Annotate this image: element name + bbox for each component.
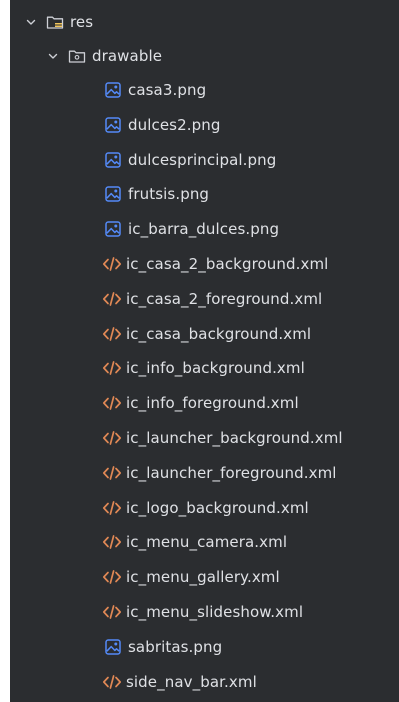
image-file-icon	[104, 116, 122, 134]
file-label: ic_logo_background.xml	[126, 498, 309, 517]
xml-file-icon	[102, 394, 122, 412]
tree-node-label: res	[70, 13, 94, 31]
file-label: ic_launcher_background.xml	[126, 429, 343, 447]
file-item[interactable]: ic_casa_2_foreground.xml	[10, 282, 399, 316]
project-tree-panel: res drawable casa3.png dulces2.png dulce…	[10, 0, 399, 702]
file-item[interactable]: sabritas.png	[10, 630, 399, 664]
file-label: dulces2.png	[128, 115, 221, 134]
file-item[interactable]: ic_info_foreground.xml	[10, 386, 399, 420]
xml-file-icon	[102, 255, 122, 273]
file-item[interactable]: ic_casa_background.xml	[10, 317, 399, 351]
file-label: ic_barra_dulces.png	[128, 220, 280, 239]
file-item[interactable]: dulcesprincipal.png	[10, 143, 399, 177]
xml-file-icon	[102, 499, 122, 517]
xml-file-icon	[102, 359, 122, 377]
chevron-down-icon[interactable]	[46, 49, 60, 63]
xml-file-icon	[102, 533, 122, 551]
file-label: ic_menu_slideshow.xml	[126, 603, 304, 621]
image-file-icon	[104, 151, 122, 169]
tree-node-label: drawable	[92, 47, 163, 65]
image-file-icon	[104, 220, 122, 238]
file-item[interactable]: side_nav_bar.xml	[10, 665, 399, 699]
file-item[interactable]: casa3.png	[10, 73, 399, 107]
xml-file-icon	[102, 290, 122, 308]
resource-folder-icon	[46, 13, 64, 31]
file-item[interactable]: ic_info_background.xml	[10, 351, 399, 385]
file-item[interactable]: ic_barra_dulces.png	[10, 212, 399, 246]
xml-file-icon	[102, 568, 122, 586]
file-item[interactable]: dulces2.png	[10, 108, 399, 142]
xml-file-icon	[102, 464, 122, 482]
image-file-icon	[104, 185, 122, 203]
file-item[interactable]: ic_menu_camera.xml	[10, 525, 399, 559]
file-label: ic_info_foreground.xml	[126, 394, 299, 413]
file-label: ic_casa_background.xml	[126, 324, 312, 343]
file-item[interactable]: ic_logo_background.xml	[10, 491, 399, 525]
file-label: casa3.png	[128, 81, 207, 99]
xml-file-icon	[102, 325, 122, 343]
folder-icon	[68, 47, 86, 65]
file-label: sabritas.png	[128, 637, 223, 656]
file-item[interactable]: ic_menu_slideshow.xml	[10, 595, 399, 629]
image-file-icon	[104, 81, 122, 99]
tree-node-res[interactable]: res	[10, 5, 399, 39]
file-item[interactable]: ic_casa_2_background.xml	[10, 247, 399, 281]
chevron-down-icon[interactable]	[24, 15, 38, 29]
file-label: ic_menu_camera.xml	[126, 533, 288, 552]
file-label: ic_launcher_foreground.xml	[126, 463, 337, 482]
file-label: ic_menu_gallery.xml	[126, 568, 280, 587]
xml-file-icon	[102, 603, 122, 621]
file-label: dulcesprincipal.png	[128, 150, 277, 169]
image-file-icon	[104, 638, 122, 656]
file-label: ic_info_background.xml	[126, 359, 305, 378]
file-item[interactable]: ic_launcher_foreground.xml	[10, 456, 399, 490]
tree-node-drawable[interactable]: drawable	[10, 39, 399, 73]
xml-file-icon	[102, 673, 122, 691]
file-item[interactable]: frutsis.png	[10, 177, 399, 211]
xml-file-icon	[102, 429, 122, 447]
file-label: ic_casa_2_foreground.xml	[126, 289, 323, 308]
file-label: ic_casa_2_background.xml	[126, 255, 329, 273]
file-label: side_nav_bar.xml	[126, 672, 257, 691]
file-item[interactable]: ic_launcher_background.xml	[10, 421, 399, 455]
file-label: frutsis.png	[128, 185, 210, 204]
file-item[interactable]: ic_menu_gallery.xml	[10, 560, 399, 594]
